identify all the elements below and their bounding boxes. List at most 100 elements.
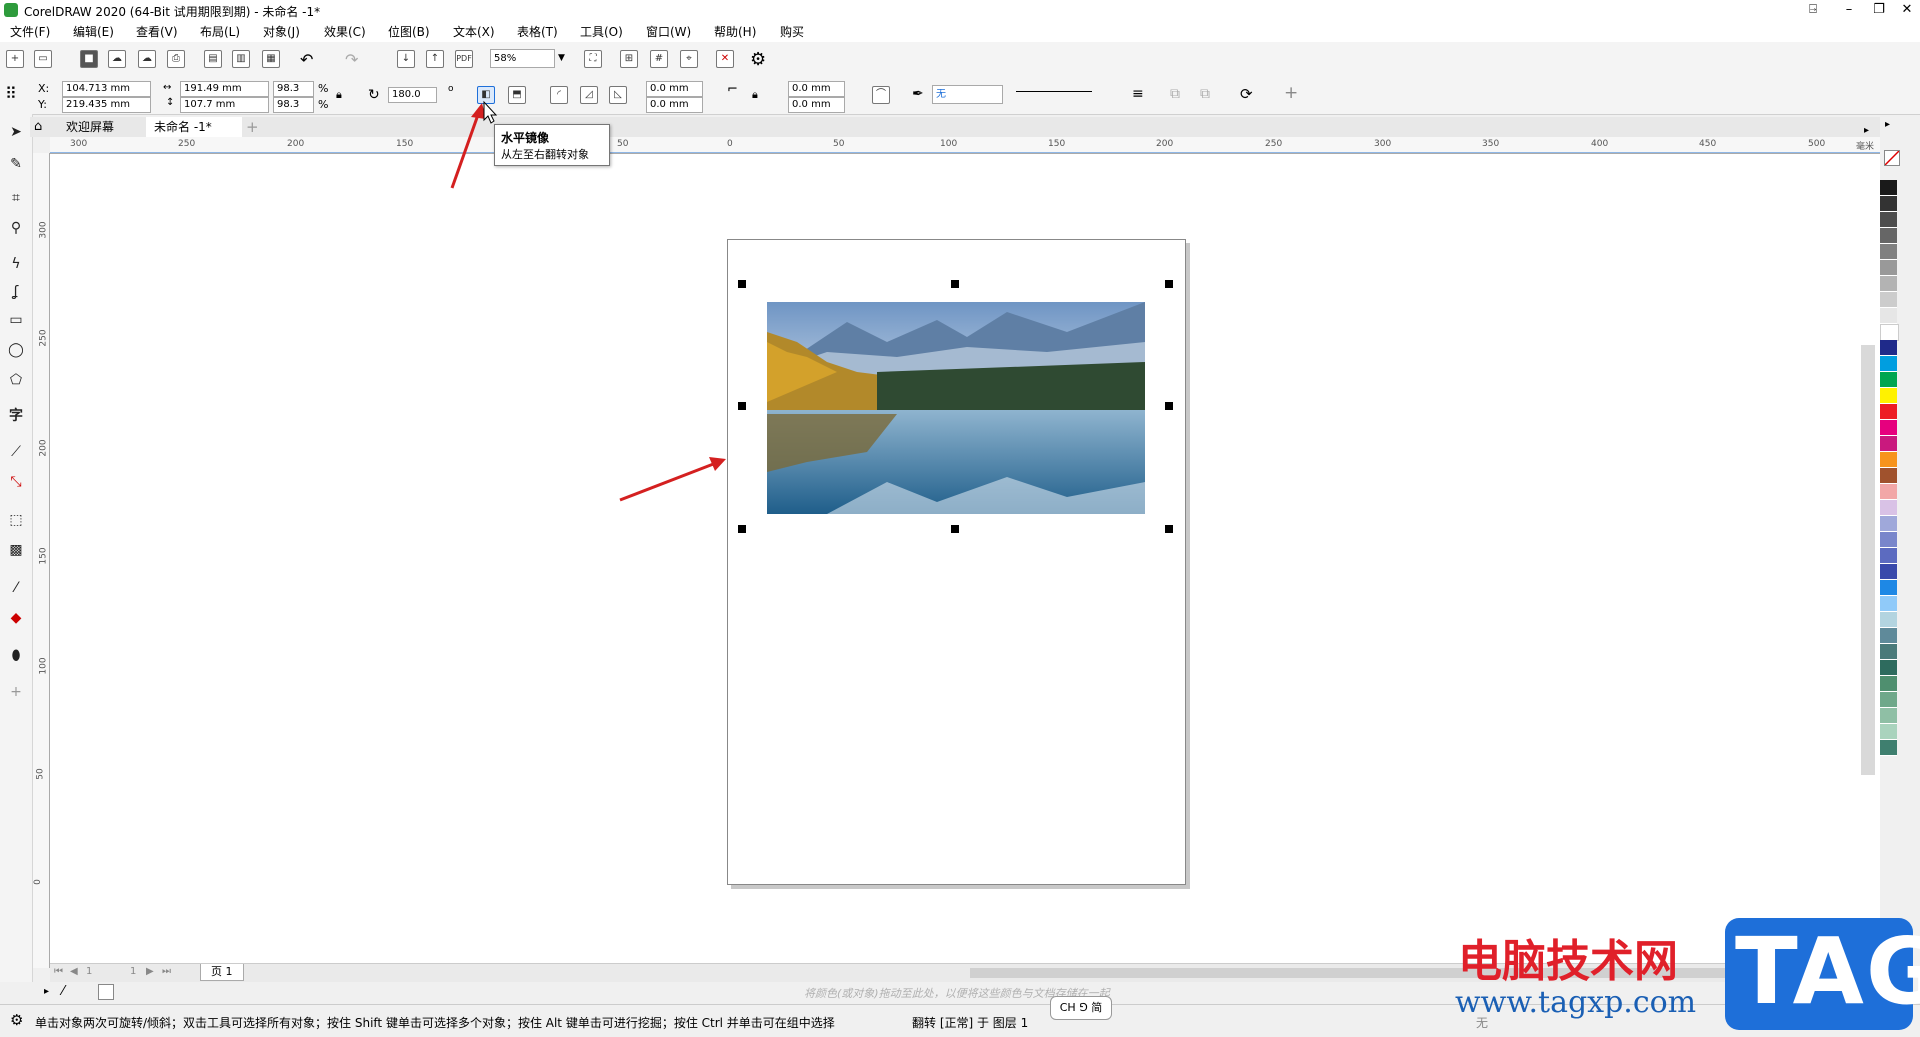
- object-origin-icon[interactable]: ⠿: [5, 84, 17, 103]
- doc-palette-eyedropper-icon[interactable]: ⁄: [62, 984, 64, 999]
- color-swatch[interactable]: [1880, 292, 1897, 308]
- shape-tool-icon[interactable]: ✎: [5, 154, 27, 174]
- color-swatch[interactable]: [1880, 356, 1897, 372]
- menu-bitmaps[interactable]: 位图(B): [388, 23, 430, 40]
- quick-customize-icon[interactable]: +: [1284, 83, 1298, 103]
- home-icon[interactable]: ⌂: [34, 119, 42, 134]
- menu-buy[interactable]: 购买: [780, 23, 804, 40]
- color-swatch[interactable]: [1880, 628, 1897, 644]
- publish-pdf-icon[interactable]: PDF: [455, 50, 473, 68]
- color-swatch[interactable]: [1880, 468, 1897, 484]
- rectangle-tool-icon[interactable]: ▭: [5, 310, 27, 330]
- selection-handle-top-right[interactable]: [1165, 280, 1173, 288]
- color-swatch[interactable]: [1880, 452, 1897, 468]
- save-icon[interactable]: ■: [80, 50, 98, 68]
- menu-tools[interactable]: 工具(O): [580, 23, 623, 40]
- cloud-upload-icon[interactable]: ☁: [108, 50, 126, 68]
- doc-palette-expand-icon[interactable]: ▸: [44, 986, 49, 997]
- grid-icon[interactable]: #: [650, 50, 668, 68]
- color-swatch[interactable]: [1880, 612, 1897, 628]
- menu-object[interactable]: 对象(J): [263, 23, 300, 40]
- undo-icon[interactable]: ↶: [300, 50, 313, 69]
- tab-welcome-screen[interactable]: 欢迎屏幕: [58, 117, 123, 137]
- color-swatch[interactable]: [1880, 548, 1897, 564]
- parallel-dimension-icon[interactable]: ⟋: [5, 442, 27, 462]
- color-swatch[interactable]: [1880, 532, 1897, 548]
- horizontal-scrollbar[interactable]: [970, 968, 1850, 978]
- to-back-icon[interactable]: ⧉: [1200, 86, 1210, 102]
- zoom-tool-icon[interactable]: ⚲: [5, 218, 27, 238]
- docker-expand-icon[interactable]: ▸: [1864, 125, 1869, 136]
- minimize-button[interactable]: –: [1836, 1, 1862, 19]
- menu-text[interactable]: 文本(X): [453, 23, 495, 40]
- chamfered-corner-icon[interactable]: ◺: [609, 86, 627, 104]
- round-corner-icon[interactable]: ◜: [550, 86, 568, 104]
- cut-icon[interactable]: ▤: [204, 50, 222, 68]
- selection-handle-bottom-right[interactable]: [1165, 525, 1173, 533]
- color-swatch[interactable]: [1880, 308, 1897, 324]
- to-front-icon[interactable]: ⧉: [1170, 86, 1180, 102]
- snap-to-icon[interactable]: ⌖: [680, 50, 698, 68]
- color-swatch[interactable]: [1880, 228, 1897, 244]
- interactive-fill-icon[interactable]: ◆: [5, 608, 27, 628]
- color-swatch[interactable]: [1880, 596, 1897, 612]
- corner-radius-bottom-right[interactable]: 0.0 mm: [788, 97, 845, 113]
- restore-button[interactable]: ❐: [1866, 1, 1892, 19]
- eyedropper-icon[interactable]: ⁄: [5, 578, 27, 598]
- open-icon[interactable]: ▭: [34, 50, 52, 68]
- ellipse-tool-icon[interactable]: ◯: [5, 340, 27, 360]
- mirror-vertical-icon[interactable]: ⬒: [508, 86, 526, 104]
- color-swatch[interactable]: [1880, 724, 1897, 740]
- wrap-text-icon[interactable]: ≡: [1132, 86, 1144, 102]
- smart-fill-icon[interactable]: ⬮: [5, 646, 27, 666]
- menu-file[interactable]: 文件(F): [10, 23, 50, 40]
- selection-handle-top[interactable]: [951, 280, 959, 288]
- redo-icon[interactable]: ↷: [345, 50, 358, 69]
- color-swatch[interactable]: [1880, 580, 1897, 596]
- add-tab-button[interactable]: +: [238, 117, 267, 137]
- doc-palette-no-fill[interactable]: [98, 984, 114, 1000]
- polygon-tool-icon[interactable]: ⬠: [5, 370, 27, 390]
- color-swatch[interactable]: [1880, 564, 1897, 580]
- text-tool-icon[interactable]: 字: [5, 406, 27, 426]
- x-position-field[interactable]: 104.713 mm: [62, 81, 151, 97]
- color-swatch[interactable]: [1880, 260, 1897, 276]
- color-swatch[interactable]: [1880, 484, 1897, 500]
- color-swatch[interactable]: [1880, 500, 1897, 516]
- scale-x-field[interactable]: 98.3: [273, 81, 314, 97]
- menu-table[interactable]: 表格(T): [517, 23, 558, 40]
- freehand-tool-icon[interactable]: ϟ: [5, 254, 27, 274]
- color-swatch[interactable]: [1880, 276, 1897, 292]
- export-icon[interactable]: ↑: [426, 50, 444, 68]
- new-document-icon[interactable]: +: [6, 50, 24, 68]
- crop-tool-icon[interactable]: ⌗: [5, 188, 27, 208]
- color-swatch[interactable]: [1880, 340, 1897, 356]
- color-swatch[interactable]: [1880, 244, 1897, 260]
- color-swatch[interactable]: [1880, 740, 1897, 756]
- menu-window[interactable]: 窗口(W): [646, 23, 691, 40]
- menu-edit[interactable]: 编辑(E): [73, 23, 114, 40]
- options-gear-icon[interactable]: ⚙: [750, 49, 766, 70]
- add-tool-icon[interactable]: +: [5, 682, 27, 702]
- outline-style-line[interactable]: [1016, 91, 1092, 92]
- account-icon[interactable]: ⍈: [1800, 1, 1826, 19]
- corner-lock-icon[interactable]: 🔒︎: [752, 88, 758, 102]
- menu-help[interactable]: 帮助(H): [714, 23, 756, 40]
- corner-radius-top-right[interactable]: 0.0 mm: [788, 81, 845, 97]
- color-swatch[interactable]: [1880, 516, 1897, 532]
- width-field[interactable]: 191.49 mm: [180, 81, 269, 97]
- color-swatch[interactable]: [1880, 692, 1897, 708]
- rulers-icon[interactable]: ⊞: [620, 50, 638, 68]
- scale-y-field[interactable]: 98.3: [273, 97, 314, 113]
- zoom-level-select[interactable]: 58%: [490, 49, 555, 68]
- color-swatch[interactable]: [1880, 436, 1897, 452]
- cloud-download-icon[interactable]: ☁: [138, 50, 156, 68]
- copy-icon[interactable]: ▥: [232, 50, 250, 68]
- page-nav-last-icon[interactable]: ⏭: [162, 966, 171, 977]
- color-swatch[interactable]: [1880, 372, 1897, 388]
- page-nav-prev-icon[interactable]: ◀: [70, 966, 78, 977]
- no-fill-swatch[interactable]: [1884, 150, 1900, 166]
- outline-width-select[interactable]: 无: [932, 85, 1003, 104]
- selection-handle-top-left[interactable]: [738, 280, 746, 288]
- print-icon[interactable]: ⎙: [167, 50, 185, 68]
